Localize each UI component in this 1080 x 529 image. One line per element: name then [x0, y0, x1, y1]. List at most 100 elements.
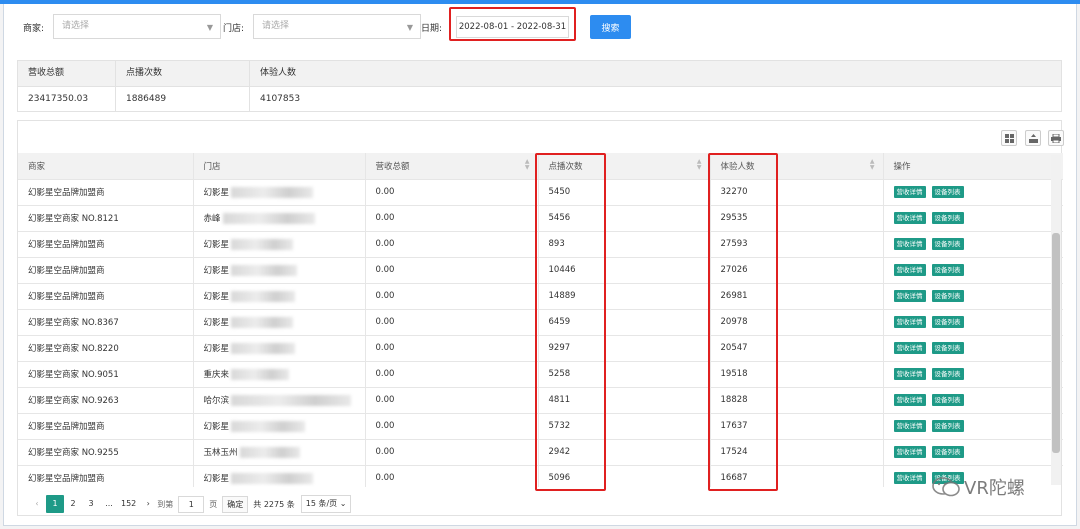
device-list-button[interactable]: 设备列表 [931, 264, 964, 276]
cell-merchant: 幻影星空品牌加盟商 [18, 257, 194, 284]
table-row: 幻影星空商家 NO.8367 幻影星 0.00 6459 20978 营收详情 设备列表 [18, 309, 1063, 336]
cell-visitors: 18828 [710, 387, 884, 414]
pager-goto-input[interactable]: 1 [178, 495, 205, 513]
device-list-button[interactable]: 设备列表 [931, 394, 964, 406]
cell-actions: 营收详情 设备列表 [883, 179, 1063, 206]
device-list-button[interactable]: 设备列表 [931, 368, 964, 380]
cell-store: 幻影星 [193, 335, 366, 362]
print-icon [1051, 133, 1061, 143]
cell-revenue: 0.00 [365, 335, 539, 362]
summary-value-visitors: 4107853 [260, 94, 301, 104]
merchant-select[interactable]: 请选择 ▼ [53, 14, 221, 39]
revenue-detail-button[interactable]: 营收详情 [893, 472, 926, 484]
pager-page-last[interactable]: 152 [118, 495, 139, 513]
summary-value-row: 23417350.03 1886489 4107853 [18, 87, 1061, 112]
store-filter-label: 门店: [223, 24, 245, 34]
cell-store: 幻影星 [193, 309, 366, 336]
pager-page-unit: 页 [209, 499, 218, 509]
device-list-button[interactable]: 设备列表 [931, 342, 964, 354]
device-list-button[interactable]: 设备列表 [931, 420, 964, 432]
summary-header-visitors: 体验人数 [260, 68, 297, 78]
col-header-store[interactable]: 门店 [193, 153, 366, 180]
pager-prev-button[interactable]: ‹ [28, 495, 46, 513]
table-row: 幻影星空商家 NO.9051 重庆来 0.00 5258 19518 营收详情 设备列表 [18, 361, 1063, 388]
cell-visitors: 32270 [710, 179, 884, 206]
wechat-icon [932, 477, 960, 497]
col-header-merchant[interactable]: 商家 [18, 153, 194, 180]
scrollbar-thumb[interactable] [1052, 233, 1060, 453]
pager-page-3[interactable]: 3 [82, 495, 100, 513]
store-name: 玉林玉州 [203, 448, 238, 458]
cell-plays: 6459 [538, 309, 711, 336]
revenue-detail-button[interactable]: 营收详情 [893, 368, 926, 380]
table-header-row: 商家 门店 营收总额 ▲ ▼ 点播次数 ▲ ▼ 体验人数 ▲ ▼ 操作 [18, 153, 1063, 180]
revenue-detail-button[interactable]: 营收详情 [893, 420, 926, 432]
redacted-store-name [231, 187, 314, 198]
cell-merchant: 幻影星空品牌加盟商 [18, 465, 194, 487]
revenue-detail-button[interactable]: 营收详情 [893, 394, 926, 406]
redacted-store-name [239, 447, 300, 458]
watermark: VR陀螺 [932, 474, 1025, 500]
cell-merchant: 幻影星空商家 NO.8220 [18, 335, 194, 362]
sort-icon[interactable]: ▲ ▼ [697, 159, 702, 171]
watermark-text: VR陀螺 [964, 478, 1025, 499]
device-list-button[interactable]: 设备列表 [931, 446, 964, 458]
pager-confirm-button[interactable]: 确定 [222, 495, 249, 513]
cell-visitors: 27026 [710, 257, 884, 284]
table-row: 幻影星空品牌加盟商 幻影星 0.00 5096 16687 营收详情 设备列表 [18, 465, 1063, 487]
device-list-button[interactable]: 设备列表 [931, 212, 964, 224]
cell-revenue: 0.00 [365, 309, 539, 336]
store-name: 赤峰 [203, 214, 221, 224]
merchant-select-placeholder: 请选择 [62, 21, 90, 31]
pager-page-2[interactable]: 2 [64, 495, 82, 513]
table-row: 幻影星空品牌加盟商 幻影星 0.00 5450 32270 营收详情 设备列表 [18, 179, 1063, 206]
sort-icon[interactable]: ▲ ▼ [870, 159, 875, 171]
cell-revenue: 0.00 [365, 257, 539, 284]
revenue-detail-button[interactable]: 营收详情 [893, 342, 926, 354]
cell-plays: 5096 [538, 465, 711, 487]
cell-merchant: 幻影星空品牌加盟商 [18, 179, 194, 206]
summary-header-plays: 点播次数 [116, 61, 250, 86]
cell-actions: 营收详情 设备列表 [883, 335, 1063, 362]
device-list-button[interactable]: 设备列表 [931, 238, 964, 250]
table-row: 幻影星空品牌加盟商 幻影星 0.00 14889 26981 营收详情 设备列表 [18, 283, 1063, 310]
table-row: 幻影星空商家 NO.8121 赤峰 0.00 5456 29535 营收详情 设备列表 [18, 205, 1063, 232]
cell-merchant: 幻影星空商家 NO.8121 [18, 205, 194, 232]
store-name: 重庆来 [203, 370, 230, 380]
print-button[interactable] [1048, 130, 1064, 146]
revenue-detail-button[interactable]: 营收详情 [893, 186, 926, 198]
pager-next-button[interactable]: › [139, 495, 157, 513]
export-button[interactable] [1025, 130, 1041, 146]
export-icon [1028, 133, 1038, 143]
col-header-visitors[interactable]: 体验人数 ▲ ▼ [710, 153, 884, 180]
col-header-plays[interactable]: 点播次数 ▲ ▼ [538, 153, 711, 180]
sort-icon[interactable]: ▲ ▼ [525, 159, 530, 171]
col-header-revenue[interactable]: 营收总额 ▲ ▼ [365, 153, 539, 180]
store-select[interactable]: 请选择 ▼ [253, 14, 421, 39]
revenue-detail-button[interactable]: 营收详情 [893, 316, 926, 328]
device-list-button[interactable]: 设备列表 [931, 316, 964, 328]
store-name: 幻影星 [203, 474, 230, 484]
cell-plays: 14889 [538, 283, 711, 310]
device-list-button[interactable]: 设备列表 [931, 186, 964, 198]
cell-revenue: 0.00 [365, 361, 539, 388]
device-list-button[interactable]: 设备列表 [931, 290, 964, 302]
table-row: 幻影星空商家 NO.8220 幻影星 0.00 9297 20547 营收详情 设备列表 [18, 335, 1063, 362]
revenue-detail-button[interactable]: 营收详情 [893, 212, 926, 224]
columns-toggle-button[interactable] [1001, 130, 1017, 146]
pager-page-1[interactable]: 1 [46, 495, 64, 513]
cell-visitors: 29535 [710, 205, 884, 232]
table-row: 幻影星空商家 NO.9255 玉林玉州 0.00 2942 17524 营收详情 设备列表 [18, 439, 1063, 466]
cell-merchant: 幻影星空品牌加盟商 [18, 413, 194, 440]
revenue-detail-button[interactable]: 营收详情 [893, 290, 926, 302]
pager-size-select[interactable]: 15 条/页 ⌄ [300, 495, 352, 513]
revenue-detail-button[interactable]: 营收详情 [893, 238, 926, 250]
redacted-store-name [231, 421, 306, 432]
revenue-detail-button[interactable]: 营收详情 [893, 446, 926, 458]
revenue-detail-button[interactable]: 营收详情 [893, 264, 926, 276]
date-range-input[interactable]: 2022-08-01 - 2022-08-31 [456, 16, 569, 38]
cell-merchant: 幻影星空品牌加盟商 [18, 231, 194, 258]
search-button[interactable]: 搜索 [590, 15, 631, 39]
vertical-scrollbar[interactable] [1051, 155, 1061, 485]
redacted-store-name [231, 343, 296, 354]
